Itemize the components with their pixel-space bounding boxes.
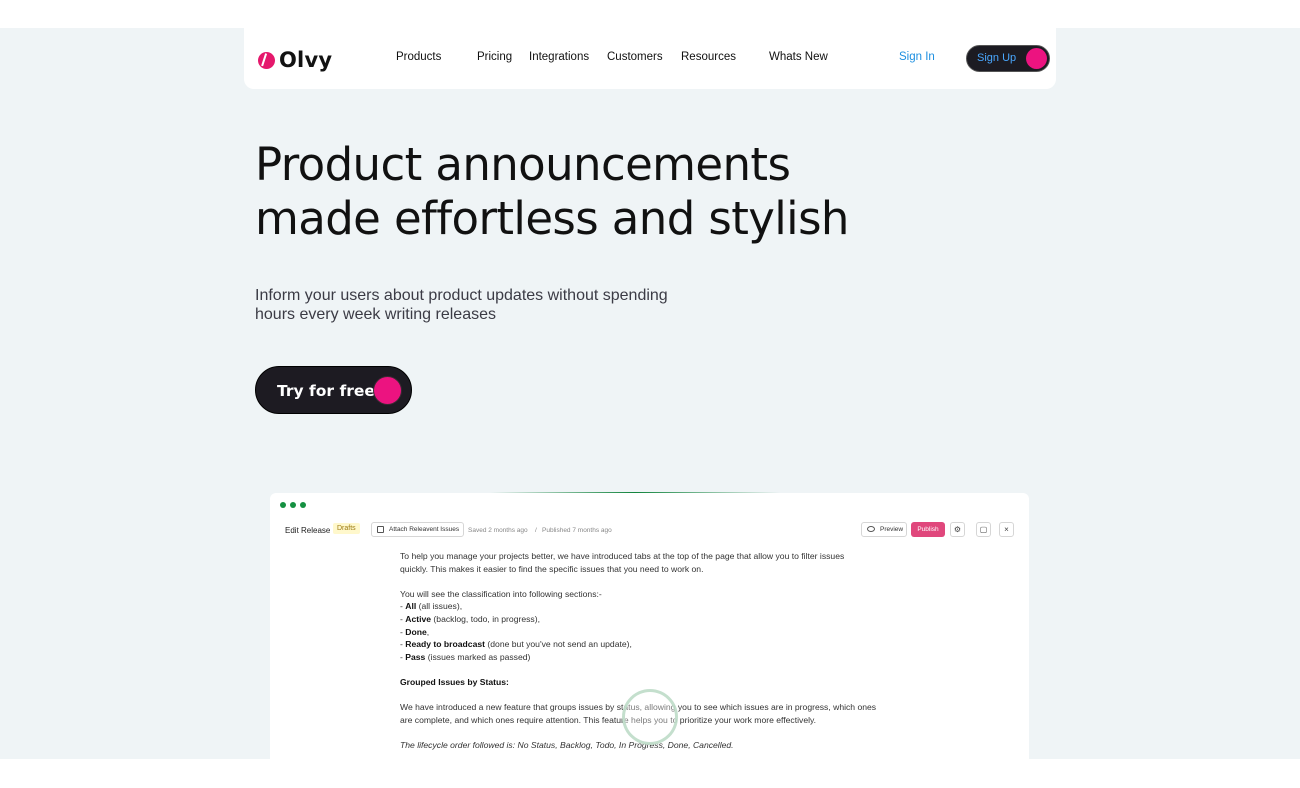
doc-text: quickly. This makes it easier to find th… — [400, 563, 704, 574]
list-item-text: (done but you've not send an update), — [485, 639, 632, 650]
loading-spinner-icon — [622, 689, 678, 745]
window-dot-icon — [300, 502, 306, 508]
doc-paragraph-2: You will see the classification into fol… — [400, 588, 602, 599]
list-item-bold: Done — [405, 626, 427, 637]
doc-paragraph-1: To help you manage your projects better,… — [400, 550, 920, 575]
nav-whats-new[interactable]: Whats New — [769, 51, 828, 63]
hero-subtitle-line-1: Inform your users about product updates … — [255, 287, 668, 304]
attach-issues-button[interactable]: Attach Releavent Issues — [371, 522, 465, 537]
publish-button[interactable]: Publish — [911, 522, 945, 537]
doc-text: are complete, and which ones require att… — [400, 714, 817, 725]
list-item-bold: Active — [405, 613, 432, 624]
document-icon — [377, 526, 384, 533]
doc-list-item: - All (all issues), — [400, 600, 920, 613]
try-for-free-button[interactable]: Try for free — [255, 366, 412, 414]
olvy-logo[interactable]: Olvy — [258, 48, 332, 72]
nav-integrations[interactable]: Integrations — [529, 51, 589, 63]
brand-name: Olvy — [279, 48, 333, 72]
window-dot-icon — [290, 502, 296, 508]
nav-resources[interactable]: Resources — [681, 51, 736, 63]
drafts-badge: Drafts — [333, 523, 360, 534]
nav-customers[interactable]: Customers — [607, 51, 663, 63]
hero-title: Product announcements made effortless an… — [255, 138, 1015, 246]
list-item-bold: All — [405, 601, 417, 612]
doc-list-item: - Ready to broadcast (done but you've no… — [400, 638, 920, 651]
list-item-text: , — [426, 626, 430, 637]
sign-up-label: Sign Up — [977, 52, 1017, 64]
meta-separator: / — [535, 527, 537, 534]
sign-up-button[interactable]: Sign Up — [966, 45, 1050, 72]
list-item-bold: Ready to broadcast — [405, 639, 486, 650]
hero-title-line-2: made effortless and stylish — [255, 192, 849, 245]
eye-icon — [867, 526, 875, 532]
list-item-text: (all issues), — [416, 601, 463, 612]
window-dot-icon — [280, 502, 286, 508]
preview-label: Preview — [880, 526, 904, 533]
nav-pricing[interactable]: Pricing — [477, 51, 512, 63]
cta-dot-icon — [374, 377, 401, 404]
settings-gear-icon[interactable]: ⚙ — [950, 522, 965, 537]
attach-issues-label: Attach Releavent Issues — [389, 526, 460, 533]
hero-subtitle-line-2: hours every week writing releases — [255, 305, 496, 323]
doc-list-item: - Done, — [400, 626, 920, 639]
doc-heading: Grouped Issues by Status: — [400, 676, 920, 689]
doc-list-item: - Pass (issues marked as passed) — [400, 651, 920, 664]
doc-text: To help you manage your projects better,… — [400, 551, 845, 561]
try-for-free-label: Try for free — [277, 382, 375, 400]
preview-button[interactable]: Preview — [861, 522, 907, 537]
hero-title-line-1: Product announcements — [255, 138, 791, 191]
close-icon[interactable]: × — [999, 522, 1014, 537]
sign-in-link[interactable]: Sign In — [899, 51, 935, 63]
editor-toolbar: Edit Release Drafts Attach Releavent Iss… — [270, 519, 1029, 543]
olvy-logo-icon — [258, 51, 275, 69]
top-navbar: Olvy Products Pricing Integrations Custo… — [244, 28, 1056, 89]
chat-icon[interactable]: ▢ — [976, 522, 991, 537]
edit-release-title: Edit Release — [285, 526, 331, 535]
published-status: Published 7 months ago — [542, 527, 612, 534]
list-item-text: (backlog, todo, in progress), — [431, 613, 540, 624]
list-item-text: (issues marked as passed) — [425, 651, 531, 662]
doc-heading-text: Grouped Issues by Status: — [400, 676, 509, 687]
page-bottom-edge — [0, 759, 1300, 788]
nav-products[interactable]: Products — [396, 51, 441, 63]
saved-status: Saved 2 months ago — [468, 527, 528, 534]
hero-subtitle: Inform your users about product updates … — [255, 287, 725, 324]
list-item-bold: Pass — [405, 651, 426, 662]
doc-list-item: - Active (backlog, todo, in progress), — [400, 613, 920, 626]
sign-up-dot-icon — [1026, 48, 1047, 69]
window-dots — [280, 502, 306, 508]
